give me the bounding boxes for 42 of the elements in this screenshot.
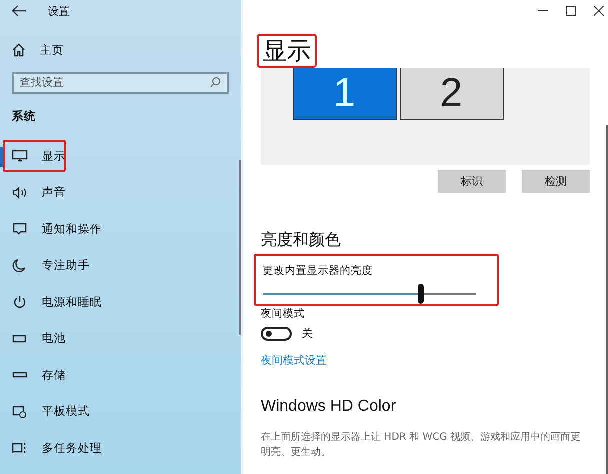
section-heading: 系统 bbox=[11, 108, 37, 125]
setting-label: 夜间模式 bbox=[261, 307, 306, 321]
sidebar-item[interactable]: 通知和操作 bbox=[0, 211, 241, 248]
search-field[interactable]: 查找设置 bbox=[12, 72, 229, 94]
scrollbar[interactable] bbox=[239, 160, 241, 335]
message-icon bbox=[12, 222, 28, 236]
section-heading: 亮度和颜色 bbox=[261, 229, 342, 251]
slider-thumb[interactable] bbox=[418, 284, 424, 304]
scrollbar[interactable] bbox=[606, 125, 608, 474]
speaker-icon bbox=[12, 186, 28, 200]
home-link[interactable]: 主页 bbox=[0, 35, 241, 65]
brightness-slider[interactable] bbox=[263, 284, 476, 304]
slider-label: 更改内置显示器的亮度 bbox=[263, 264, 374, 278]
multitask-icon bbox=[12, 441, 28, 456]
toggle-state: 关 bbox=[302, 326, 313, 341]
settings-link[interactable]: 夜间模式设置 bbox=[261, 353, 327, 368]
window-title: 设置 bbox=[48, 4, 70, 18]
highlight-frame bbox=[3, 140, 66, 172]
identify-button[interactable]: 标识 bbox=[438, 170, 506, 193]
monitor-tile[interactable]: 1 bbox=[292, 68, 396, 120]
monitor-icon bbox=[12, 149, 28, 164]
close-icon[interactable] bbox=[594, 6, 604, 16]
section-heading: Windows HD Color bbox=[261, 397, 398, 417]
sidebar-item[interactable]: 平板模式 bbox=[0, 394, 241, 430]
sidebar-item[interactable]: 电池 bbox=[0, 320, 241, 357]
sidebar-item[interactable]: 声音 bbox=[0, 174, 241, 211]
back-arrow-icon[interactable] bbox=[12, 5, 26, 17]
detect-button[interactable]: 检测 bbox=[522, 170, 590, 193]
search-icon bbox=[210, 77, 221, 88]
sidebar-item[interactable]: 电源和睡眠 bbox=[0, 284, 241, 320]
maximize-icon[interactable] bbox=[566, 6, 576, 16]
sidebar-item[interactable]: 专注助手 bbox=[0, 248, 241, 284]
power-icon bbox=[12, 295, 28, 310]
tablet-icon bbox=[12, 404, 28, 419]
toggle-switch[interactable] bbox=[261, 326, 292, 340]
sidebar-item[interactable]: 多任务处理 bbox=[0, 430, 241, 466]
monitor-tile[interactable]: 2 bbox=[400, 68, 504, 120]
sidebar-item[interactable]: 存储 bbox=[0, 357, 241, 394]
page-title: 显示 bbox=[257, 34, 317, 68]
moon-icon bbox=[12, 258, 28, 273]
description-text: 在上面所选择的显示器上让 HDR 和 WCG 视频、游戏和应用中的画面更明亮、更生动。 bbox=[261, 430, 582, 460]
home-icon bbox=[12, 43, 26, 57]
